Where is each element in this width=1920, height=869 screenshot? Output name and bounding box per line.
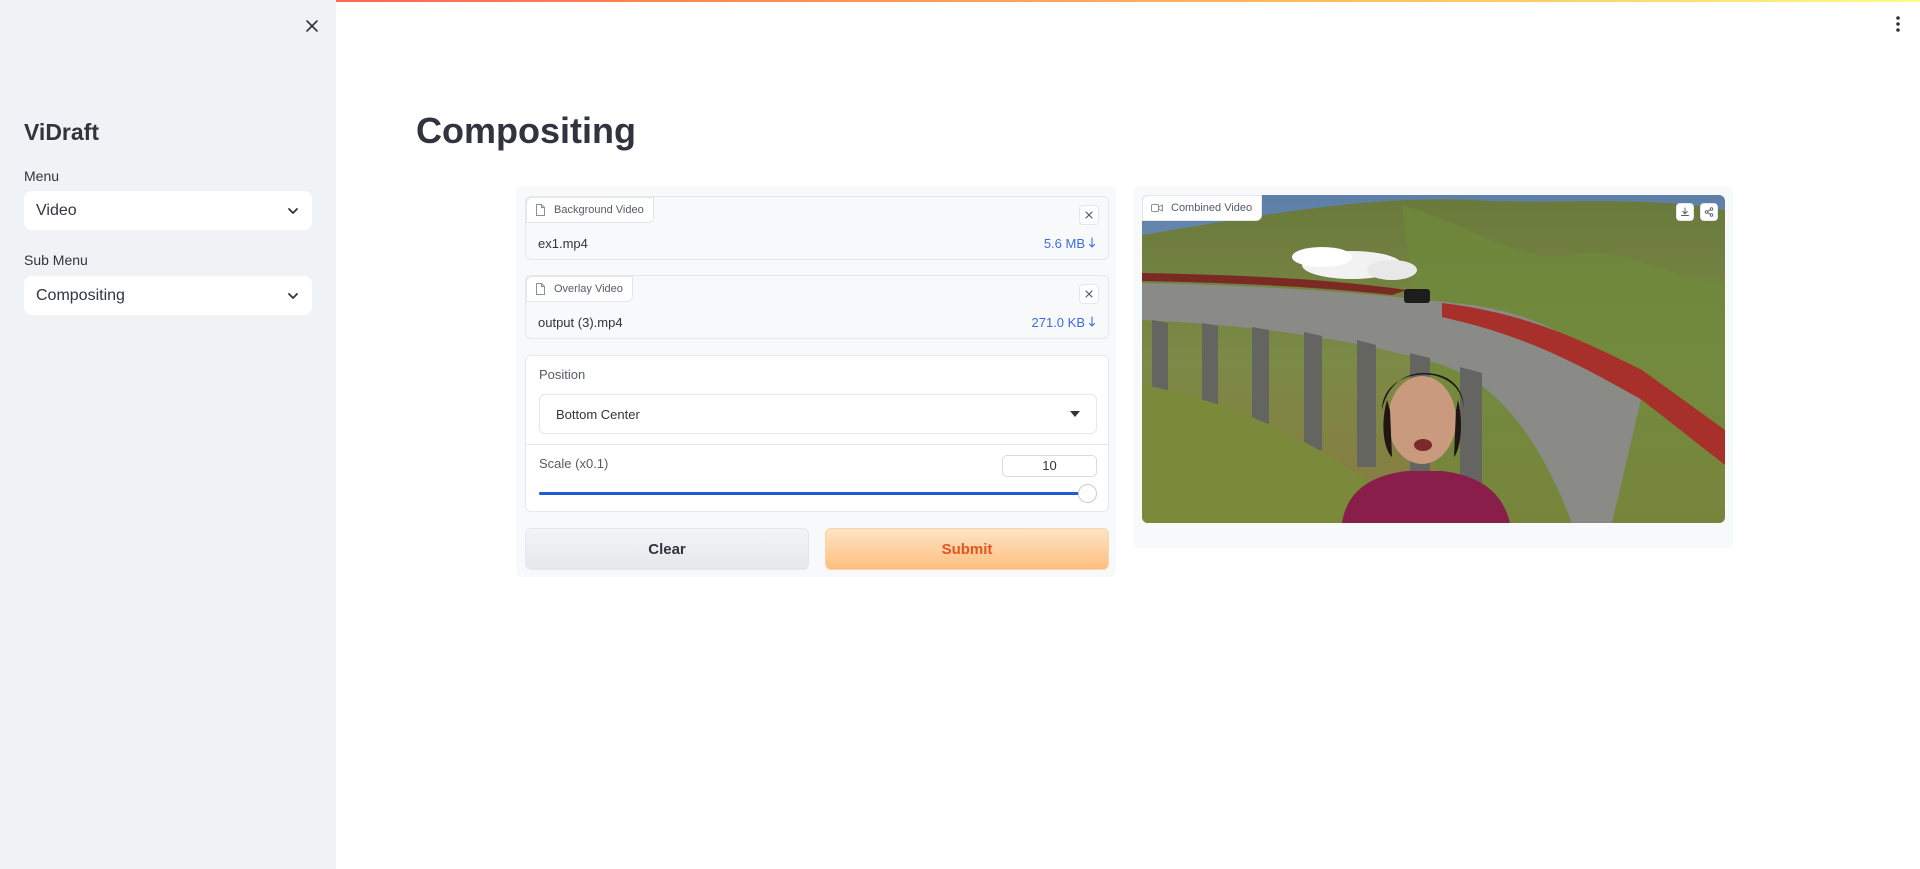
submenu-label: Sub Menu — [24, 252, 88, 268]
combined-video-label: Combined Video — [1171, 202, 1253, 214]
overlay-file-download[interactable]: 271.0 KB — [1032, 315, 1097, 330]
dropdown-triangle-icon — [1070, 411, 1080, 417]
background-file-name: ex1.mp4 — [538, 235, 588, 251]
clear-button[interactable]: Clear — [525, 528, 809, 570]
remove-overlay-video-button[interactable] — [1079, 284, 1099, 304]
close-sidebar-button[interactable] — [302, 16, 322, 36]
settings-card: Position Bottom Center Scale (x0.1) 10 — [525, 355, 1109, 512]
download-icon — [1681, 207, 1689, 216]
submenu-select[interactable]: Compositing — [24, 276, 312, 315]
background-file-row: ex1.mp4 5.6 MB — [526, 231, 1108, 255]
combined-video-player[interactable] — [1142, 195, 1725, 523]
background-video-upload[interactable]: Background Video ex1.mp4 5.6 MB — [525, 196, 1109, 260]
position-value: Bottom Center — [556, 406, 640, 422]
sidebar: ViDraft Menu Video Sub Menu Compositing — [0, 0, 336, 869]
file-icon — [536, 283, 545, 295]
background-video-tag: Background Video — [526, 197, 654, 223]
overlay-video-label: Overlay Video — [554, 283, 623, 295]
video-camera-icon — [1151, 204, 1163, 212]
background-file-size: 5.6 MB — [1043, 235, 1085, 251]
overlay-file-name: output (3).mp4 — [538, 314, 623, 330]
video-frame — [1142, 195, 1725, 523]
page-title: Compositing — [416, 110, 636, 151]
position-label: Position — [539, 367, 586, 382]
chevron-down-icon — [288, 207, 298, 214]
menu-select[interactable]: Video — [24, 191, 312, 230]
scale-number-input[interactable]: 10 — [1002, 455, 1097, 477]
settings-divider — [526, 444, 1108, 445]
background-video-label: Background Video — [554, 204, 644, 216]
combined-video-tag: Combined Video — [1142, 195, 1263, 221]
share-icon — [1704, 207, 1714, 217]
overlay-video-tag: Overlay Video — [526, 276, 633, 302]
scale-slider-fill — [539, 492, 1087, 495]
download-icon — [1088, 316, 1096, 327]
kebab-menu-icon — [1896, 16, 1900, 32]
submenu-select-value: Compositing — [36, 286, 125, 304]
remove-background-video-button[interactable] — [1079, 205, 1099, 225]
overlay-video-upload[interactable]: Overlay Video output (3).mp4 271.0 KB — [525, 275, 1109, 339]
overlay-file-row: output (3).mp4 271.0 KB — [526, 310, 1108, 334]
background-file-download[interactable]: 5.6 MB — [1044, 236, 1096, 251]
close-icon — [1085, 290, 1093, 298]
close-icon — [1085, 211, 1093, 219]
file-icon — [536, 204, 545, 216]
scale-slider-track[interactable] — [539, 492, 1087, 495]
download-video-button[interactable] — [1676, 203, 1694, 221]
submit-button[interactable]: Submit — [825, 528, 1109, 570]
share-video-button[interactable] — [1700, 203, 1718, 221]
close-icon — [306, 20, 318, 32]
scale-slider-thumb[interactable] — [1078, 484, 1097, 503]
position-dropdown[interactable]: Bottom Center — [539, 394, 1097, 434]
menu-label: Menu — [24, 168, 60, 184]
scale-label: Scale (x0.1) — [539, 456, 609, 471]
overlay-file-size: 271.0 KB — [1031, 314, 1086, 330]
sidebar-brand: ViDraft — [24, 119, 99, 145]
chevron-down-icon — [288, 292, 298, 299]
menu-select-value: Video — [36, 201, 77, 219]
download-icon — [1088, 237, 1096, 248]
main-menu-button[interactable] — [1892, 14, 1904, 34]
